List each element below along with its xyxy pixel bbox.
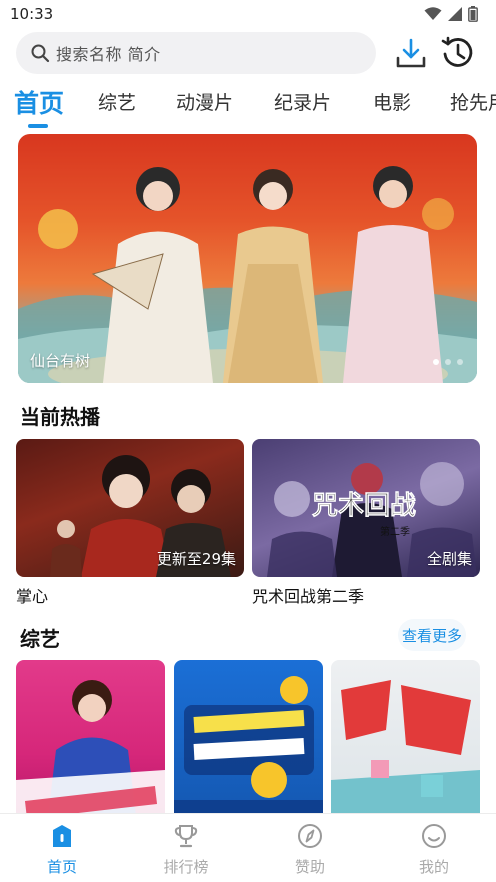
nav-ranking[interactable]: 排行榜 [146,822,226,880]
nav-label: 排行榜 [163,858,209,876]
nav-label: 我的 [418,858,449,876]
hot-card-thumbnail: 咒术回战 第二季 全剧集 [252,439,480,577]
variety-card-art [331,680,480,816]
hot-card-title: 咒术回战第二季 [252,587,365,606]
banner-dot [457,359,463,365]
banner-carousel[interactable]: 仙台有树 [18,134,477,383]
battery-icon [468,6,478,22]
status-bar: 10:33 [0,0,496,28]
bottom-nav: 首页 排行榜 赞助 我的 [0,813,496,882]
category-tabs: 首页 综艺 动漫片 纪录片 电影 抢先用 [0,84,496,128]
tab-preview[interactable]: 抢先用 [450,88,496,115]
nav-home[interactable]: 首页 [22,822,102,880]
search-placeholder: 搜索名称 简介 [56,45,161,64]
download-icon[interactable] [394,36,428,70]
hot-card-badge: 全剧集 [426,550,472,568]
status-time: 10:33 [10,5,54,23]
history-icon[interactable] [440,35,476,71]
variety-card-art [16,680,165,816]
variety-card[interactable] [174,660,323,816]
variety-section-title: 综艺 [20,627,60,651]
hot-section-title: 当前热播 [20,405,100,429]
hot-card-badge: 更新至29集 [156,550,236,568]
home-icon [53,825,71,847]
tab-anime[interactable]: 动漫片 [176,88,233,115]
banner-caption: 仙台有树 [30,352,91,370]
svg-text:第二季: 第二季 [380,525,410,538]
wifi-icon [424,7,442,20]
tab-movie[interactable]: 电影 [373,88,411,115]
hot-card-title: 掌心 [16,587,49,606]
nav-profile[interactable]: 我的 [394,822,474,880]
search-input[interactable]: 搜索名称 简介 [16,32,376,74]
search-icon [31,44,50,63]
status-icons [424,6,478,22]
banner-pager [433,359,463,365]
hot-card-thumbnail: 更新至29集 [16,439,244,577]
signal-icon [448,7,462,21]
variety-card[interactable] [331,660,480,816]
search-row: 搜索名称 简介 [0,32,496,74]
nav-sponsor[interactable]: 赞助 [270,822,350,880]
trophy-icon [174,825,198,848]
tab-home[interactable]: 首页 [14,84,64,120]
svg-text:咒术回战: 咒术回战 [312,491,416,521]
banner-image [18,166,477,383]
tab-indicator [28,124,48,128]
tab-documentary[interactable]: 纪录片 [274,88,331,115]
variety-card-art [174,676,323,816]
smile-icon [422,824,446,848]
nav-label: 赞助 [294,858,325,876]
variety-card[interactable] [16,660,165,816]
tab-variety[interactable]: 综艺 [98,88,136,115]
banner-dot [445,359,451,365]
nav-label: 首页 [46,858,77,876]
hot-card[interactable]: 更新至29集 掌心 [16,439,244,607]
banner-dot [433,359,439,365]
hot-card[interactable]: 咒术回战 第二季 全剧集 咒术回战第二季 [252,439,480,607]
compass-icon [298,824,322,848]
view-more-button[interactable]: 查看更多 [398,619,466,651]
